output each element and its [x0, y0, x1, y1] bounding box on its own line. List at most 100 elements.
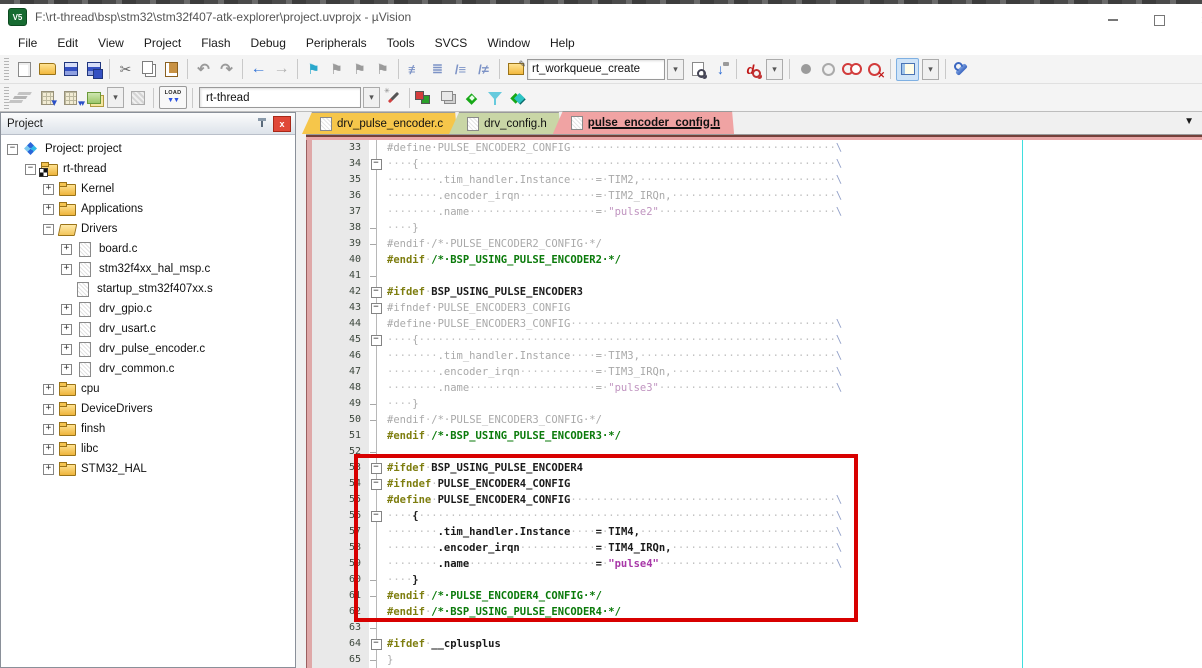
tree-item-board-c[interactable]: +board.c [1, 239, 295, 259]
tree-item-stm32-hal[interactable]: +STM32_HAL [1, 459, 295, 479]
menu-view[interactable]: View [88, 32, 134, 54]
target-dropdown-icon[interactable] [363, 87, 380, 108]
fold-margin[interactable] [369, 444, 383, 460]
fold-margin[interactable] [369, 524, 383, 540]
code-line-44[interactable]: 44#define·PULSE_ENCODER3_CONFIG·········… [312, 316, 1202, 332]
uncomment-selection-icon[interactable] [473, 59, 494, 80]
redo-icon[interactable] [216, 59, 237, 80]
find-in-files-icon[interactable] [505, 59, 526, 80]
code-line-62[interactable]: 62#endif·/*·BSP_USING_PULSE_ENCODER4·*/ [312, 604, 1202, 620]
tree-item-drv-gpio-c[interactable]: +drv_gpio.c [1, 299, 295, 319]
tree-item-drivers[interactable]: −Drivers [1, 219, 295, 239]
multi-project-workspace-icon[interactable] [507, 87, 528, 108]
minimize-button[interactable] [1102, 12, 1124, 28]
menu-svcs[interactable]: SVCS [425, 32, 478, 54]
tree-expander[interactable]: + [61, 264, 72, 275]
code-line-59[interactable]: 59········.name····················=·"pu… [312, 556, 1202, 572]
indent-icon[interactable] [427, 59, 448, 80]
tree-item-project-project[interactable]: −Project: project [1, 139, 295, 159]
code-line-38[interactable]: 38····} [312, 220, 1202, 236]
stop-build-icon[interactable] [127, 87, 148, 108]
tree-item-drv-common-c[interactable]: +drv_common.c [1, 359, 295, 379]
quick-find-icon[interactable] [742, 59, 763, 80]
fold-margin[interactable] [369, 492, 383, 508]
search-in-files-icon[interactable] [687, 59, 708, 80]
code-line-58[interactable]: 58········.encoder_irqn············=·TIM… [312, 540, 1202, 556]
tab-drv_config-h[interactable]: drv_config.h [449, 112, 561, 134]
code-line-45[interactable]: 45−····{································… [312, 332, 1202, 348]
fold-margin[interactable] [369, 428, 383, 444]
bookmark-clear-all-icon[interactable] [372, 59, 393, 80]
code-line-51[interactable]: 51#endif·/*·BSP_USING_PULSE_ENCODER3·*/ [312, 428, 1202, 444]
menu-file[interactable]: File [8, 32, 47, 54]
code-line-35[interactable]: 35········.tim_handler.Instance····=·TIM… [312, 172, 1202, 188]
maximize-button[interactable] [1148, 12, 1170, 28]
select-software-packs-icon[interactable] [461, 87, 482, 108]
code-line-36[interactable]: 36········.encoder_irqn············=·TIM… [312, 188, 1202, 204]
fold-margin[interactable] [369, 220, 383, 236]
code-line-33[interactable]: 33#define·PULSE_ENCODER2_CONFIG·········… [312, 140, 1202, 156]
menu-debug[interactable]: Debug [241, 32, 296, 54]
code-line-65[interactable]: 65} [312, 652, 1202, 668]
new-file-icon[interactable] [14, 59, 35, 80]
tree-expander[interactable]: + [43, 204, 54, 215]
code-line-34[interactable]: 34−····{································… [312, 156, 1202, 172]
menu-help[interactable]: Help [540, 32, 585, 54]
tree-expander[interactable]: + [61, 324, 72, 335]
fold-margin[interactable] [369, 604, 383, 620]
menu-window[interactable]: Window [477, 32, 540, 54]
navigate-back-icon[interactable] [248, 59, 269, 80]
bookmark-toggle-icon[interactable] [303, 59, 324, 80]
tree-item-finsh[interactable]: +finsh [1, 419, 295, 439]
fold-margin[interactable] [369, 140, 383, 156]
target-select[interactable]: rt-thread [199, 87, 361, 108]
enable-all-breakpoints-icon[interactable] [841, 59, 862, 80]
save-icon[interactable] [60, 59, 81, 80]
tree-expander[interactable]: − [7, 144, 18, 155]
copy-icon[interactable] [138, 59, 159, 80]
fold-margin[interactable]: − [369, 508, 383, 524]
menu-tools[interactable]: Tools [377, 32, 425, 54]
tree-item-rt-thread[interactable]: −rt-thread [1, 159, 295, 179]
search-box[interactable] [527, 59, 665, 80]
code-line-48[interactable]: 48········.name····················=·"pu… [312, 380, 1202, 396]
fold-collapse-icon[interactable]: − [371, 335, 382, 346]
tree-item-drv-pulse-encoder-c[interactable]: +drv_pulse_encoder.c [1, 339, 295, 359]
tree-item-kernel[interactable]: +Kernel [1, 179, 295, 199]
search-dropdown-icon[interactable] [667, 59, 684, 80]
disable-breakpoint-icon[interactable] [818, 59, 839, 80]
panel-splitter[interactable] [296, 112, 306, 668]
fold-margin[interactable] [369, 588, 383, 604]
close-button[interactable]: ✕ [1194, 12, 1202, 28]
fold-margin[interactable] [369, 396, 383, 412]
batch-build-icon[interactable] [83, 87, 104, 108]
code-line-55[interactable]: 55#define·PULSE_ENCODER4_CONFIG·········… [312, 492, 1202, 508]
fold-margin[interactable] [369, 252, 383, 268]
tree-expander[interactable]: + [61, 244, 72, 255]
fold-margin[interactable] [369, 188, 383, 204]
rebuild-all-icon[interactable] [60, 87, 81, 108]
tree-item-libc[interactable]: +libc [1, 439, 295, 459]
tree-item-stm32f4xx-hal-msp-c[interactable]: +stm32f4xx_hal_msp.c [1, 259, 295, 279]
menu-flash[interactable]: Flash [191, 32, 240, 54]
fold-margin[interactable]: − [369, 156, 383, 172]
fold-margin[interactable] [369, 380, 383, 396]
batch-build-dropdown-icon[interactable] [107, 87, 124, 108]
paste-icon[interactable] [161, 59, 182, 80]
menu-edit[interactable]: Edit [47, 32, 88, 54]
fold-collapse-icon[interactable]: − [371, 287, 382, 298]
tree-expander[interactable]: − [43, 224, 54, 235]
fold-margin[interactable] [369, 572, 383, 588]
tree-expander[interactable]: + [43, 404, 54, 415]
fold-collapse-icon[interactable]: − [371, 463, 382, 474]
document-list-dropdown-icon[interactable]: ▼ [1184, 116, 1194, 127]
code-line-60[interactable]: 60····} [312, 572, 1202, 588]
toolbar-drag-handle[interactable] [4, 87, 9, 109]
kill-all-breakpoints-icon[interactable] [864, 59, 885, 80]
panel-close-icon[interactable]: x [273, 116, 291, 132]
code-line-37[interactable]: 37········.name····················=·"pu… [312, 204, 1202, 220]
fold-margin[interactable] [369, 268, 383, 284]
target-options-icon[interactable] [383, 87, 404, 108]
fold-margin[interactable]: − [369, 636, 383, 652]
insert-breakpoint-icon[interactable] [795, 59, 816, 80]
